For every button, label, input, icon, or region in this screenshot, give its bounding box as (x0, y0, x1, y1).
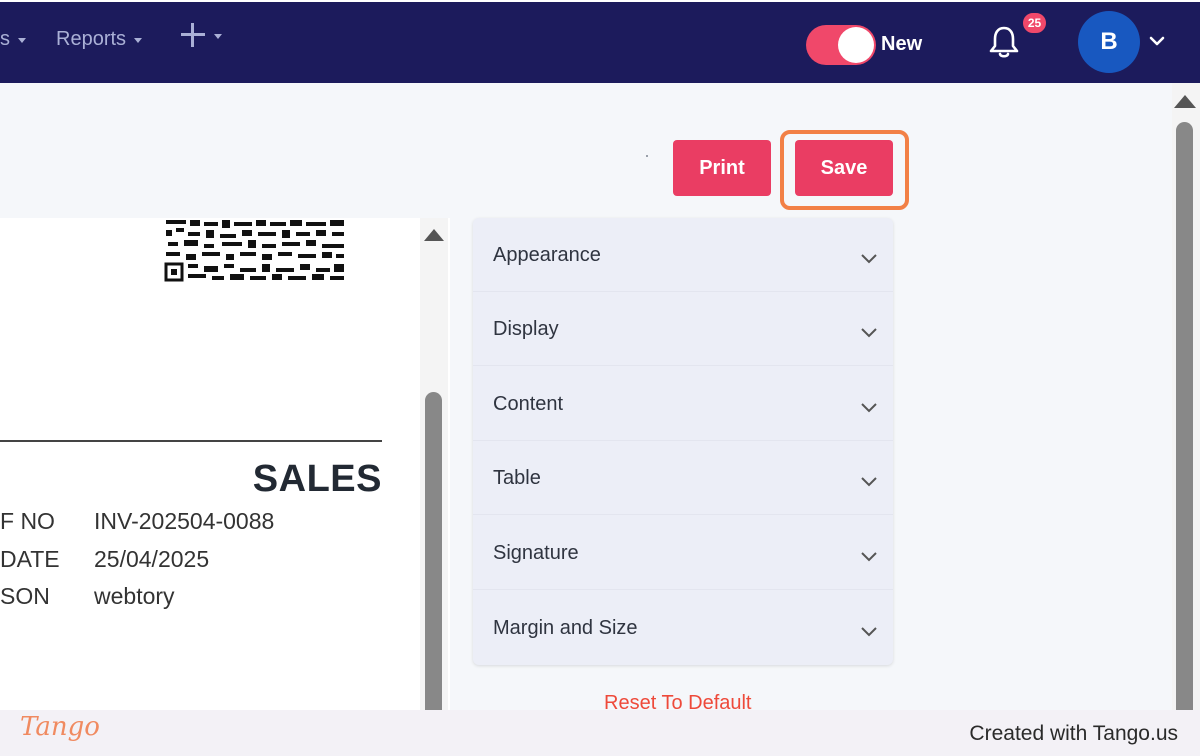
accordion-margin-and-size[interactable]: Margin and Size (473, 591, 893, 665)
qr-code-image (164, 218, 347, 282)
app-window: s Reports New 25 B Print Save SALES F NO… (0, 0, 1200, 756)
divider-dot (646, 155, 648, 157)
accordion-appearance[interactable]: Appearance (473, 218, 893, 292)
scroll-up-arrow-icon[interactable] (1174, 95, 1196, 108)
chevron-down-icon[interactable] (1148, 32, 1166, 50)
accordion-label: Table (493, 467, 541, 489)
accordion-content[interactable]: Content (473, 367, 893, 441)
toggle-label: New (881, 33, 923, 55)
accordion-label: Margin and Size (493, 617, 638, 639)
field-value-person: webtory (94, 583, 175, 609)
chevron-down-icon (861, 477, 877, 487)
preview-divider (0, 440, 382, 442)
chevron-down-icon (861, 552, 877, 562)
field-value-ref-no: INV-202504-0088 (94, 508, 275, 534)
chevron-down-icon (861, 403, 877, 413)
accordion-label: Signature (493, 542, 579, 564)
scroll-up-arrow-icon[interactable] (424, 229, 444, 241)
page-scrollbar-thumb[interactable] (1176, 122, 1193, 722)
field-value-date: 25/04/2025 (94, 546, 210, 572)
new-ui-toggle[interactable] (806, 25, 876, 65)
step-highlight-box (780, 130, 909, 210)
field-label-ref-no: F NO (0, 508, 55, 534)
plus-icon (180, 22, 206, 48)
accordion-signature[interactable]: Signature (473, 516, 893, 590)
nav-item-reports[interactable]: Reports (56, 28, 143, 51)
nav-add-menu[interactable] (180, 22, 222, 48)
invoice-preview (0, 218, 450, 710)
nav-item-previous-label: s (0, 28, 10, 50)
accordion-label: Content (493, 393, 564, 415)
chevron-down-icon (18, 38, 26, 43)
footer-credit: Created with Tango.us (969, 722, 1178, 745)
chevron-down-icon (861, 254, 877, 264)
chevron-down-icon (861, 328, 877, 338)
preview-scrollbar-thumb[interactable] (425, 392, 442, 722)
document-title: SALES (252, 458, 382, 500)
accordion-label: Appearance (493, 244, 601, 266)
accordion-table[interactable]: Table (473, 441, 893, 515)
notification-badge: 25 (1021, 11, 1048, 35)
avatar[interactable]: B (1078, 11, 1140, 73)
accordion-display[interactable]: Display (473, 292, 893, 366)
chevron-down-icon (214, 33, 222, 39)
accordion-label: Display (493, 318, 559, 340)
chevron-down-icon (861, 627, 877, 637)
field-label-date: DATE (0, 546, 60, 572)
field-label-person: SON (0, 583, 50, 609)
bell-icon[interactable] (988, 24, 1020, 60)
chevron-down-icon (134, 38, 143, 43)
print-button[interactable]: Print (673, 140, 771, 196)
toggle-knob (838, 27, 874, 63)
tango-logo: Tango (20, 712, 100, 742)
nav-item-previous[interactable]: s (0, 28, 26, 51)
nav-item-reports-label: Reports (56, 28, 127, 50)
